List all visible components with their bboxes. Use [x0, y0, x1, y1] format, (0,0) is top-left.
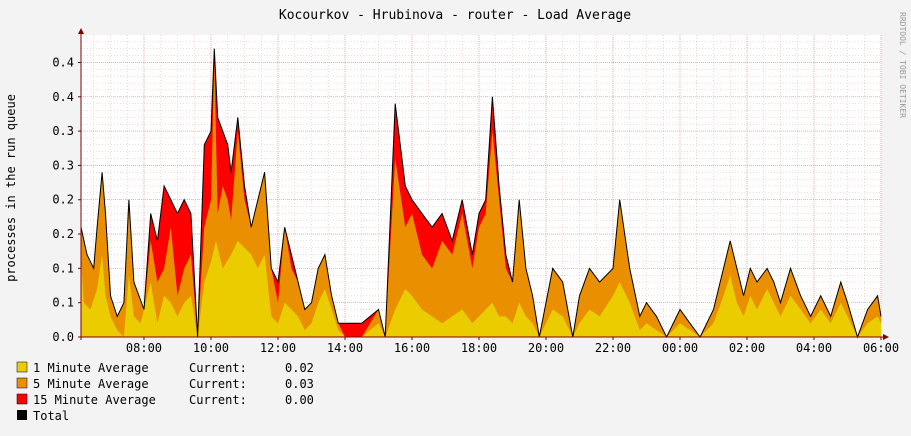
y-tick-label: 0.4: [52, 90, 74, 104]
y-tick-label: 0.3: [52, 158, 74, 172]
x-tick-label: 00:00: [662, 341, 698, 355]
legend-swatch-15min: [16, 393, 28, 405]
x-tick-label: 02:00: [729, 341, 765, 355]
x-tick-label: 20:00: [528, 341, 564, 355]
y-tick-label: 0.3: [52, 124, 74, 138]
legend-current-value: 0.02: [285, 361, 314, 375]
x-tick-label: 08:00: [126, 341, 162, 355]
x-tick-label: 22:00: [595, 341, 631, 355]
y-tick-label: 0.1: [52, 261, 74, 275]
legend-current-value: 0.03: [285, 377, 314, 391]
x-tick-label: 12:00: [260, 341, 296, 355]
legend-current-label: Current:: [189, 361, 247, 375]
x-tick-label: 14:00: [327, 341, 363, 355]
legend-current-value: 0.00: [285, 393, 314, 407]
legend-label: 15 Minute Average: [33, 393, 156, 407]
x-tick-label: 04:00: [796, 341, 832, 355]
chart-title: Kocourkov - Hrubinova - router - Load Av…: [279, 8, 631, 23]
y-tick-label: 0.2: [52, 193, 74, 207]
legend-swatch-5min: [16, 377, 28, 389]
legend-label: 5 Minute Average: [33, 377, 149, 391]
x-tick-label: 18:00: [461, 341, 497, 355]
legend-swatch-total: [17, 410, 27, 420]
x-tick-label: 06:00: [863, 341, 899, 355]
y-tick-label: 0.0: [52, 330, 74, 344]
x-tick-label: 16:00: [394, 341, 430, 355]
legend-label: Total: [33, 409, 69, 423]
watermark: RRDTOOL / TOBI OETIKER: [898, 12, 907, 118]
legend-swatch-1min: [16, 361, 28, 373]
load-average-chart: 0.0 0.1 0.1 0.2 0.2 0.3 0.3 0.4 0.4 08:00 10:00 12:…: [0, 0, 911, 432]
legend-current-label: Current:: [189, 393, 247, 407]
y-tick-label: 0.4: [52, 55, 74, 69]
y-axis-label: processes in the run queue: [4, 94, 18, 282]
chart-svg: 0.0 0.1 0.1 0.2 0.2 0.3 0.3 0.4 0.4 08:00 10:00 12:…: [0, 0, 911, 432]
y-tick-label: 0.2: [52, 227, 74, 241]
legend-current-label: Current:: [189, 377, 247, 391]
y-tick-label: 0.1: [52, 296, 74, 310]
legend-label: 1 Minute Average: [33, 361, 149, 375]
x-tick-label: 10:00: [193, 341, 229, 355]
